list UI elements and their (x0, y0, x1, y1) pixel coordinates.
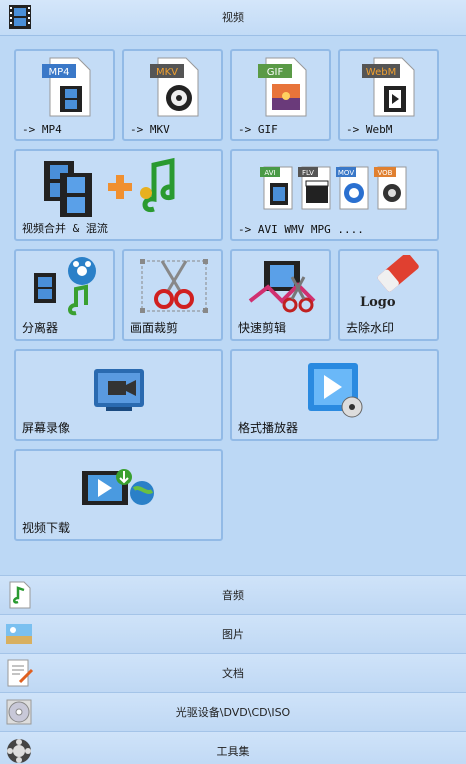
video-download-tile[interactable]: 视频下载 (14, 449, 223, 541)
tile-label: -> GIF (238, 123, 278, 136)
category-toolset[interactable]: 工具集 (0, 731, 466, 764)
category-audio[interactable]: 音频 (0, 575, 466, 614)
webm-badge: WebM (366, 67, 396, 78)
quick-cut-tile[interactable]: 快速剪辑 (230, 249, 331, 341)
category-document[interactable]: 文档 (0, 653, 466, 692)
tile-label: -> MP4 (22, 123, 62, 136)
tile-label: 格式播放器 (238, 421, 299, 435)
tile-label: 分离器 (22, 321, 59, 335)
mkv-file-icon: MKV (150, 57, 199, 117)
video-merge-mux-tile[interactable]: 视频合并 & 混流 (14, 149, 223, 241)
multi-format-icon: AVI FLV MOV VOB (260, 166, 407, 210)
tile-label: 视频下载 (22, 521, 71, 535)
convert-to-other-formats-tile[interactable]: AVI FLV MOV VOB -> AVI WMV MPG .... (230, 149, 439, 241)
merge-icon (44, 157, 175, 217)
video-section-header[interactable]: 视频 (0, 0, 466, 36)
vob-badge: VOB (378, 169, 393, 177)
logo-text: Logo (360, 295, 396, 310)
tile-label: -> MKV (130, 123, 170, 136)
gif-file-icon: GIF (258, 57, 307, 117)
splitter-tile[interactable]: 分离器 (14, 249, 115, 341)
quick-cut-icon (248, 261, 316, 313)
category-disc-devices[interactable]: 光驱设备\DVD\CD\ISO (0, 692, 466, 731)
category-label: 文档 (222, 667, 244, 680)
player-icon (308, 363, 363, 418)
avi-badge: AVI (264, 169, 275, 177)
category-label: 光驱设备\DVD\CD\ISO (175, 706, 291, 719)
webm-file-icon: WebM (362, 57, 415, 117)
mp4-badge: MP4 (48, 67, 69, 78)
flv-badge: FLV (302, 169, 314, 177)
category-label: 音频 (222, 589, 244, 602)
convert-to-mkv-tile[interactable]: MKV -> MKV (122, 49, 223, 141)
tile-label: -> WebM (346, 123, 393, 136)
screen-record-icon (94, 369, 144, 411)
category-label: 工具集 (216, 745, 250, 758)
tile-label: 屏幕录像 (22, 421, 71, 435)
convert-to-mp4-tile[interactable]: MP4 -> MP4 (14, 49, 115, 141)
mp4-file-icon: MP4 (42, 57, 91, 117)
category-label: 图片 (222, 628, 244, 641)
tile-label: 去除水印 (346, 321, 395, 335)
convert-to-webm-tile[interactable]: WebM -> WebM (338, 49, 439, 141)
category-picture[interactable]: 图片 (0, 614, 466, 653)
tile-label: -> AVI WMV MPG .... (238, 223, 364, 236)
crop-scissors-icon (140, 259, 208, 313)
screen-record-tile[interactable]: 屏幕录像 (14, 349, 223, 441)
remove-watermark-tile[interactable]: Logo 去除水印 (338, 249, 439, 341)
tile-label: 画面裁剪 (130, 321, 179, 335)
tile-label: 视频合并 & 混流 (22, 222, 108, 235)
crop-tile[interactable]: 画面裁剪 (122, 249, 223, 341)
gif-badge: GIF (267, 67, 284, 78)
convert-to-gif-tile[interactable]: GIF -> GIF (230, 49, 331, 141)
tile-label: 快速剪辑 (238, 321, 287, 335)
video-download-icon (82, 469, 154, 505)
splitter-icon (34, 257, 96, 316)
format-player-tile[interactable]: 格式播放器 (230, 349, 439, 441)
section-title: 视频 (222, 11, 244, 24)
mkv-badge: MKV (156, 67, 178, 78)
mov-badge: MOV (338, 169, 354, 177)
